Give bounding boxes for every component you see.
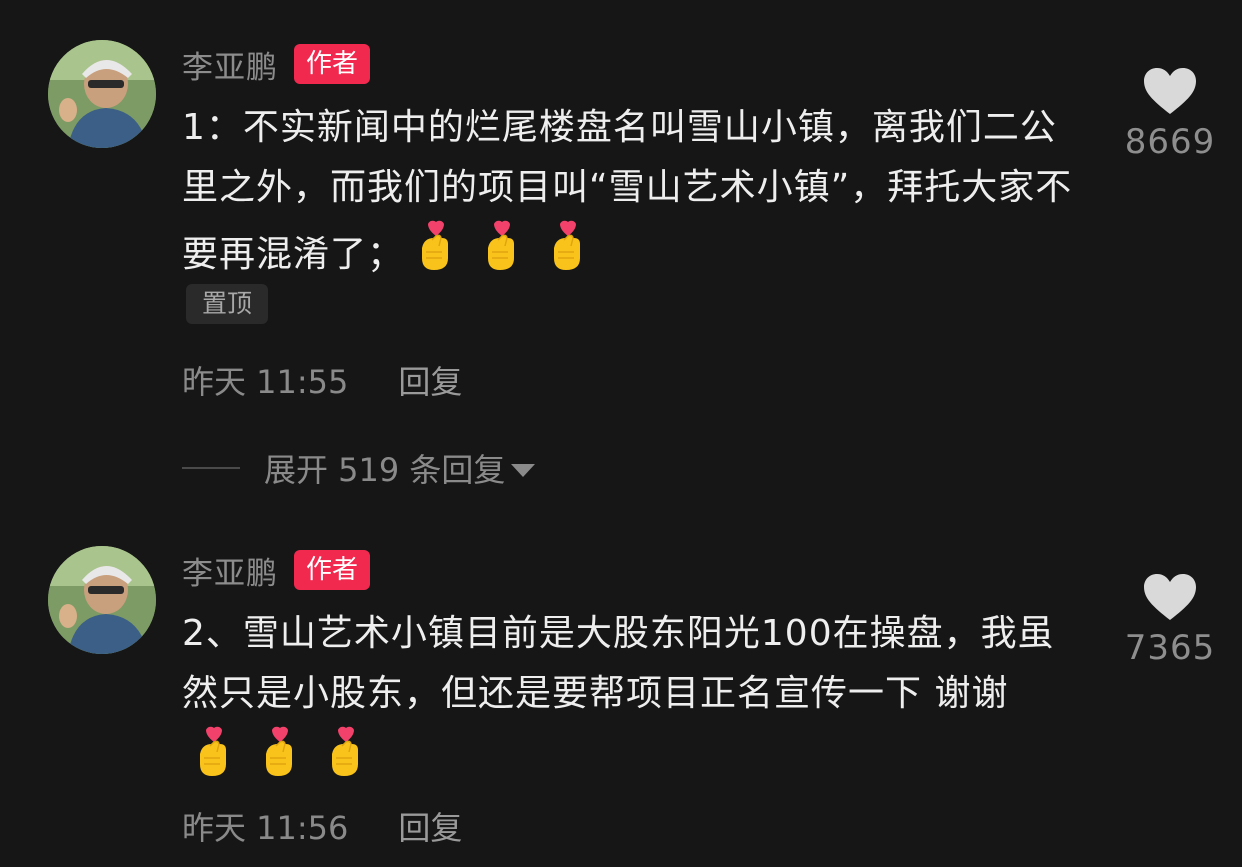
avatar-image: [48, 546, 156, 654]
username-row: 李亚鹏 作者: [182, 42, 371, 87]
chevron-down-icon: [511, 463, 536, 477]
comment-text: 1：不实新闻中的烂尾楼盘名叫雪山小镇，离我们二公里之外，而我们的项目叫“雪山艺术…: [182, 98, 1087, 285]
reply-button[interactable]: 回复: [398, 357, 462, 403]
avatar-image: [48, 40, 156, 148]
author-badge: 作者: [294, 44, 371, 84]
username[interactable]: 李亚鹏: [182, 548, 278, 593]
comment-meta: 昨天 11:56 回复: [182, 804, 462, 848]
pinned-tag: 置顶: [186, 284, 269, 324]
expand-replies-button[interactable]: 展开 519 条回复: [182, 446, 536, 490]
comment-time: 昨天 11:56: [182, 809, 349, 847]
emoji-group: [192, 724, 390, 780]
avatar[interactable]: [48, 546, 156, 654]
comment-item: 李亚鹏 作者 2、雪山艺术小镇目前是大股东阳光100在操盘，我虽然只是小股东，但…: [0, 520, 1242, 867]
comment-text-content: 1：不实新闻中的烂尾楼盘名叫雪山小镇，离我们二公里之外，而我们的项目叫“雪山艺术…: [182, 107, 1073, 275]
like-button[interactable]: 8669: [1118, 66, 1222, 162]
heart-icon: [1144, 68, 1196, 114]
comment-meta: 昨天 11:55 回复: [182, 358, 462, 402]
comment-text-content: 2、雪山艺术小镇目前是大股东阳光100在操盘，我虽然只是小股东，但还是要帮项目正…: [182, 613, 1055, 714]
like-count: 8669: [1124, 122, 1216, 162]
comment-item: 李亚鹏 作者 1：不实新闻中的烂尾楼盘名叫雪山小镇，离我们二公里之外，而我们的项…: [0, 0, 1242, 520]
heart-finger-emoji: [266, 726, 292, 776]
comment-time: 昨天 11:55: [182, 363, 349, 401]
username[interactable]: 李亚鹏: [182, 42, 278, 87]
reply-button[interactable]: 回复: [398, 803, 462, 849]
heart-finger-emoji: [422, 220, 449, 270]
author-badge: 作者: [294, 550, 371, 590]
heart-icon: [1144, 574, 1196, 620]
divider-line: [182, 467, 240, 469]
expand-replies-label: 展开 519 条回复: [264, 451, 506, 489]
heart-finger-emoji: [200, 726, 226, 776]
username-row: 李亚鹏 作者: [182, 548, 371, 593]
heart-finger-emoji: [488, 220, 515, 270]
comment-text: 2、雪山艺术小镇目前是大股东阳光100在操盘，我虽然只是小股东，但还是要帮项目正…: [182, 604, 1087, 791]
emoji-group: [414, 218, 612, 274]
heart-finger-emoji: [332, 726, 358, 776]
like-count: 7365: [1124, 628, 1216, 668]
like-button[interactable]: 7365: [1118, 572, 1222, 668]
avatar[interactable]: [48, 40, 156, 148]
heart-finger-emoji: [554, 220, 581, 270]
